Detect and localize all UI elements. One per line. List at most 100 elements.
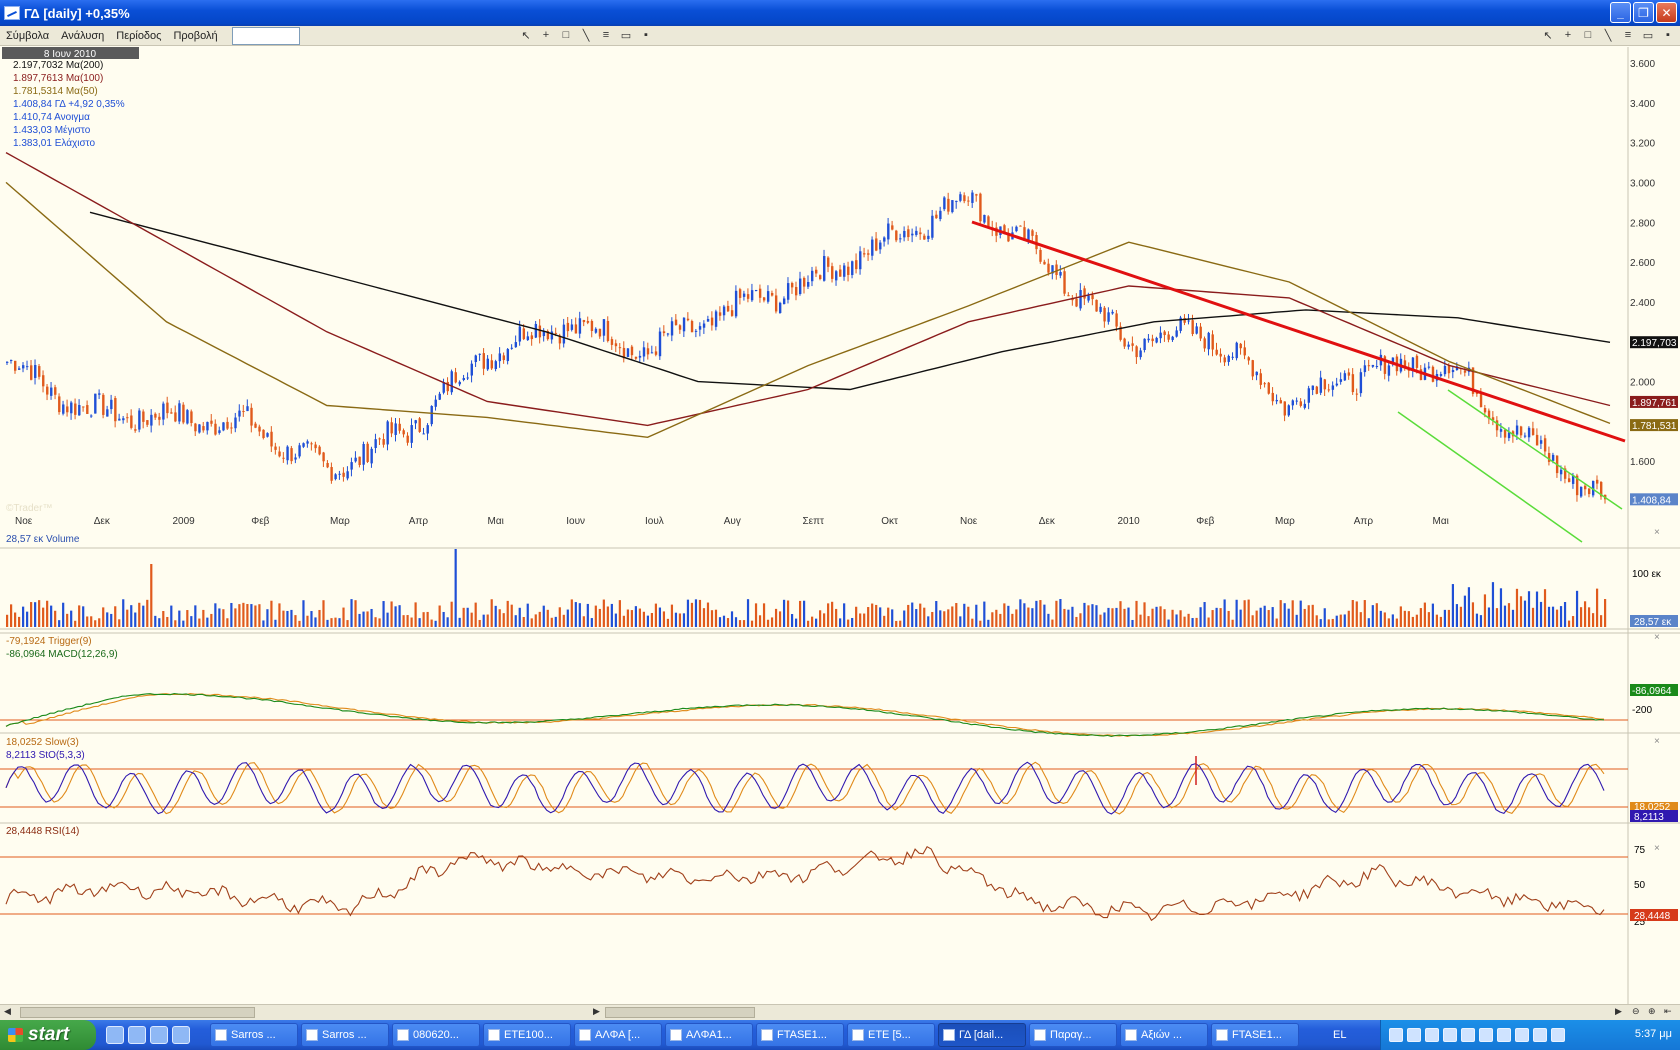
media-icon[interactable] xyxy=(150,1026,168,1044)
candle-body xyxy=(538,325,542,338)
close-panel-icon[interactable]: × xyxy=(1654,843,1660,854)
menu-analysis[interactable]: Ανάλυση xyxy=(55,30,110,42)
close-button[interactable]: ✕ xyxy=(1656,2,1677,23)
candle-body xyxy=(1135,346,1138,358)
volume-icon[interactable] xyxy=(1443,1028,1457,1042)
taskbar-task[interactable]: ΓΔ [dail... xyxy=(938,1023,1026,1047)
candle-body xyxy=(402,430,405,435)
shield-icon[interactable] xyxy=(1551,1028,1565,1042)
close-panel-icon[interactable]: × xyxy=(1654,736,1660,747)
volume-bar xyxy=(819,610,822,627)
volume-bar xyxy=(54,610,57,627)
save-icon[interactable]: ▪ xyxy=(638,28,654,42)
volume-bar xyxy=(42,607,45,627)
taskbar-task[interactable]: FTASE1... xyxy=(1211,1023,1299,1047)
zoom-out-icon[interactable]: ⊖ xyxy=(1632,1006,1640,1017)
chart-type-icon[interactable]: ▭ xyxy=(1640,28,1656,42)
desktop-icon[interactable] xyxy=(172,1026,190,1044)
taskbar-task[interactable]: ETE [5... xyxy=(847,1023,935,1047)
taskbar-task[interactable]: ETE100... xyxy=(483,1023,571,1047)
volume-bar xyxy=(1195,617,1198,627)
fit-icon[interactable]: ⇤ xyxy=(1664,1006,1672,1017)
display-icon[interactable] xyxy=(1515,1028,1529,1042)
volume-bar xyxy=(871,603,874,627)
taskbar-task[interactable]: 080620... xyxy=(392,1023,480,1047)
pointer-icon[interactable]: ↖ xyxy=(518,28,534,42)
crosshair-icon[interactable]: + xyxy=(1560,28,1576,42)
taskbar-task[interactable]: Sarros ... xyxy=(301,1023,389,1047)
taskbar-task[interactable]: Αξιών ... xyxy=(1120,1023,1208,1047)
zoom-in-icon[interactable]: ⊕ xyxy=(1648,1006,1656,1017)
candle-body xyxy=(1107,312,1110,322)
candle-body xyxy=(1415,355,1419,368)
candle-body xyxy=(1271,392,1274,402)
volume-bar xyxy=(166,616,169,627)
outlook-icon[interactable] xyxy=(128,1026,146,1044)
taskbar-task[interactable]: Sarros ... xyxy=(210,1023,298,1047)
menu-view[interactable]: Προβολή xyxy=(167,30,223,42)
rectangle-icon[interactable]: □ xyxy=(558,28,574,42)
scroll-right-end-icon[interactable]: ▶ xyxy=(1615,1006,1622,1017)
candle-body xyxy=(270,431,273,447)
menu-symbols[interactable]: Σύμβολα xyxy=(0,30,55,42)
scroll-right-icon[interactable]: ▶ xyxy=(593,1006,600,1017)
start-button[interactable]: start xyxy=(0,1020,96,1050)
chart-app-icon[interactable] xyxy=(4,6,20,20)
messenger-icon[interactable] xyxy=(1461,1028,1475,1042)
taskbar-task[interactable]: ΑΛΦΑ [... xyxy=(574,1023,662,1047)
chart-type-icon[interactable]: ▭ xyxy=(618,28,634,42)
line-tool-icon[interactable]: ╲ xyxy=(1600,28,1616,42)
security-icon[interactable] xyxy=(1425,1028,1439,1042)
candle-body xyxy=(911,233,914,236)
save-icon[interactable]: ▪ xyxy=(1660,28,1676,42)
horizontal-scrollbar[interactable]: ◀ ▶ ▶ ⊖ ⊕ ⇤ xyxy=(0,1004,1680,1020)
volume-bar xyxy=(542,605,545,627)
volume-bar xyxy=(414,602,417,627)
volume-bar xyxy=(1107,607,1110,627)
line-tool-icon[interactable]: ╲ xyxy=(578,28,594,42)
taskbar-task[interactable]: Παραγ... xyxy=(1029,1023,1117,1047)
symbol-search-input[interactable] xyxy=(231,26,300,45)
rectangle-icon[interactable]: □ xyxy=(1580,28,1596,42)
volume-bar xyxy=(1283,603,1286,627)
candle-body xyxy=(811,270,814,282)
close-panel-icon[interactable]: × xyxy=(1654,632,1660,643)
scroll-left-icon[interactable]: ◀ xyxy=(4,1006,11,1017)
battery-icon[interactable] xyxy=(1497,1028,1511,1042)
taskbar-task[interactable]: ΑΛΦΑ1... xyxy=(665,1023,753,1047)
volume-bar xyxy=(1231,619,1234,627)
chart-area[interactable]: 8 Ιουν 2010 2.197,7032 Μα(200) 1.897,761… xyxy=(0,47,1680,1010)
crosshair-icon[interactable]: + xyxy=(538,28,554,42)
volume-bar xyxy=(146,599,149,627)
fibonacci-icon[interactable]: ≡ xyxy=(1620,28,1636,42)
volume-bar xyxy=(1603,599,1607,627)
printer-icon[interactable] xyxy=(1533,1028,1547,1042)
volume-bar xyxy=(210,613,213,627)
pointer-icon[interactable]: ↖ xyxy=(1540,28,1556,42)
volume-bar xyxy=(995,609,998,627)
volume-bar xyxy=(278,603,281,627)
antivirus-icon[interactable] xyxy=(1407,1028,1421,1042)
task-label: Sarros ... xyxy=(231,1029,276,1041)
menu-period[interactable]: Περίοδος xyxy=(110,30,167,42)
volume-bar xyxy=(887,607,890,627)
restore-button[interactable]: ❐ xyxy=(1633,2,1654,23)
candle-body xyxy=(650,352,654,354)
taskbar-task[interactable]: FTASE1... xyxy=(756,1023,844,1047)
scroll-thumb[interactable] xyxy=(20,1007,255,1018)
close-panel-icon[interactable]: × xyxy=(1654,527,1660,538)
language-indicator[interactable]: EL xyxy=(1333,1029,1346,1041)
volume-bar xyxy=(879,607,882,627)
network-icon[interactable] xyxy=(1389,1028,1403,1042)
fibonacci-icon[interactable]: ≡ xyxy=(598,28,614,42)
candle-body xyxy=(482,353,485,369)
scroll-thumb-secondary[interactable] xyxy=(605,1007,755,1018)
ie-icon[interactable] xyxy=(106,1026,124,1044)
candle-body xyxy=(1443,365,1447,375)
update-icon[interactable] xyxy=(1479,1028,1493,1042)
volume-bar xyxy=(722,615,726,627)
volume-bar xyxy=(62,602,65,627)
minimize-button[interactable]: _ xyxy=(1610,2,1631,23)
candle-body xyxy=(1047,263,1050,273)
volume-bar xyxy=(1159,606,1162,627)
